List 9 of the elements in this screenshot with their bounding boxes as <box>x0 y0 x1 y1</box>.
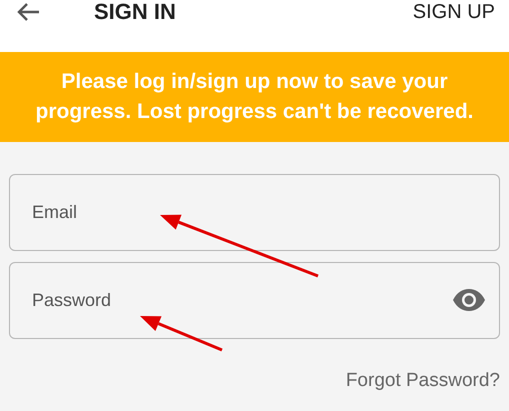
back-arrow-icon <box>16 2 40 22</box>
show-password-button[interactable] <box>452 288 486 312</box>
password-field[interactable]: Password <box>9 262 500 339</box>
sign-up-button[interactable]: SIGN UP <box>408 0 499 24</box>
forgot-password-link[interactable]: Forgot Password? <box>346 370 500 392</box>
email-field[interactable]: Email <box>9 174 500 251</box>
eye-icon <box>452 289 486 311</box>
banner-message: Please log in/sign up now to save your progress. Lost progress can't be recovered. <box>34 69 474 125</box>
screen-title: SIGN IN <box>94 0 176 24</box>
